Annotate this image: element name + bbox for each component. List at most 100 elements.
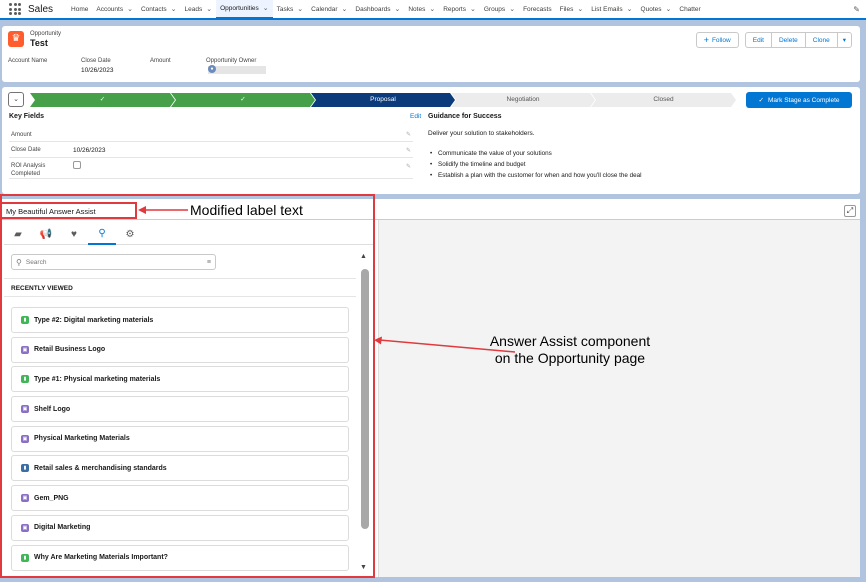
nav-item-label: Tasks xyxy=(276,5,294,13)
chevron-down-icon[interactable]: ⌄ xyxy=(394,5,400,13)
follow-label: Follow xyxy=(711,36,731,44)
nav-item-label: Notes xyxy=(408,5,426,13)
record-header: ♛ Opportunity Test + Follow Edit Delete C… xyxy=(2,26,860,82)
nav-item[interactable]: Files ⌄ xyxy=(556,0,588,19)
chevron-down-icon[interactable]: ⌄ xyxy=(206,5,212,13)
chevron-down-icon[interactable]: ⌄ xyxy=(127,5,133,13)
nav-items: Home Accounts ⌄ Contacts ⌄ Leads ⌄ Opportunitie… xyxy=(67,0,705,19)
mark-stage-complete-button[interactable]: ✓ Mark Stage as Complete xyxy=(746,92,852,108)
guidance-title: Guidance for Success xyxy=(428,113,502,120)
key-field-row: Amount ✎ xyxy=(9,127,413,142)
chevron-down-icon[interactable]: ⌄ xyxy=(627,5,633,13)
nav-item-label: Calendar xyxy=(311,5,338,13)
edit-pencil-icon[interactable]: ✎ xyxy=(406,147,411,154)
path-stage[interactable]: Negotiation xyxy=(451,93,595,107)
key-fields-title: Key Fields xyxy=(9,113,45,120)
path-stage[interactable]: ✓ xyxy=(30,93,175,107)
chevron-down-icon[interactable]: ⌄ xyxy=(509,5,515,13)
empty-region xyxy=(378,220,860,577)
nav-item-label: Leads xyxy=(184,5,203,13)
nav-item[interactable]: Home xyxy=(67,0,92,19)
nav-item-label: Opportunities xyxy=(220,4,259,12)
key-fields-edit-link[interactable]: Edit xyxy=(410,113,421,120)
chevron-down-icon[interactable]: ⌄ xyxy=(470,5,476,13)
chevron-down-icon[interactable]: ⌄ xyxy=(342,5,348,13)
path-stage[interactable]: ✓ xyxy=(171,93,315,107)
nav-item-label: Home xyxy=(71,5,89,13)
object-label: Opportunity xyxy=(30,31,62,37)
top-nav: Sales Home Accounts ⌄ Contacts ⌄ Leads ⌄ Opport… xyxy=(0,0,866,20)
nav-item[interactable]: Tasks ⌄ xyxy=(273,0,308,19)
key-field-row: ROI Analysis Completed ✎ xyxy=(9,159,413,179)
nav-item-label: Contacts xyxy=(140,5,167,13)
key-field-row: Close Date 10/26/2023 ✎ xyxy=(9,143,413,158)
nav-item[interactable]: Dashboards ⌄ xyxy=(351,0,404,19)
guidance-description: Deliver your solution to stakeholders. xyxy=(428,130,535,137)
nav-item-label: Forecasts xyxy=(523,5,552,13)
edit-pencil-icon[interactable]: ✎ xyxy=(406,163,411,170)
chevron-down-icon[interactable]: ⌄ xyxy=(429,5,435,13)
nav-item[interactable]: Calendar ⌄ xyxy=(307,0,351,19)
amount-label: Amount xyxy=(150,58,171,64)
key-field-label: Close Date xyxy=(11,147,41,153)
guidance-item: Establish a plan with the customer for w… xyxy=(428,172,642,183)
component-highlight-box xyxy=(0,194,375,578)
nav-item-label: Dashboards xyxy=(355,5,391,13)
nav-item[interactable]: Chatter xyxy=(675,0,704,19)
nav-item[interactable]: Groups ⌄ xyxy=(480,0,519,19)
nav-item[interactable]: Opportunities ⌄ xyxy=(216,0,273,19)
nav-item[interactable]: Notes ⌄ xyxy=(404,0,439,19)
app-name: Sales xyxy=(28,3,54,15)
follow-button[interactable]: + Follow xyxy=(695,32,739,48)
app-launcher-icon[interactable] xyxy=(6,0,24,18)
path-stage[interactable]: Closed xyxy=(591,93,736,107)
more-actions-chevron-icon[interactable]: ▾ xyxy=(837,32,852,48)
nav-item[interactable]: Quotes ⌄ xyxy=(637,0,676,19)
nav-item-label: Groups xyxy=(483,5,506,13)
nav-item[interactable]: Leads ⌄ xyxy=(181,0,217,19)
nav-item-label: List Emails xyxy=(591,5,623,13)
expand-icon[interactable]: ⤢ xyxy=(844,205,856,217)
key-field-label: Amount xyxy=(11,132,32,138)
plus-icon: + xyxy=(703,35,709,45)
key-field-value: 10/26/2023 xyxy=(73,147,106,154)
edit-nav-pencil-icon[interactable]: ✎ xyxy=(853,5,860,14)
chevron-down-icon[interactable]: ⌄ xyxy=(171,5,177,13)
nav-item[interactable]: Forecasts xyxy=(519,0,556,19)
nav-item[interactable]: Contacts ⌄ xyxy=(137,0,181,19)
nav-item[interactable]: Reports ⌄ xyxy=(439,0,480,19)
owner-avatar: ● xyxy=(208,65,216,73)
nav-item[interactable]: List Emails ⌄ xyxy=(587,0,636,19)
owner-label: Opportunity Owner xyxy=(206,58,257,64)
guidance-item: Communicate the value of your solutions xyxy=(428,150,642,161)
edit-pencil-icon[interactable]: ✎ xyxy=(406,131,411,138)
chevron-down-icon[interactable]: ⌄ xyxy=(666,5,672,13)
clone-button[interactable]: Clone xyxy=(805,32,838,48)
record-name: Test xyxy=(30,38,48,48)
annotation-label-note: Modified label text xyxy=(190,202,303,218)
guidance-list: Communicate the value of your solutions … xyxy=(428,150,642,183)
nav-item[interactable]: Accounts ⌄ xyxy=(92,0,137,19)
record-actions: + Follow Edit Delete Clone ▾ xyxy=(695,32,852,48)
nav-item-label: Quotes xyxy=(640,5,662,13)
annotation-component-note: Answer Assist component on the Opportuni… xyxy=(489,333,651,366)
key-field-label: ROI Analysis Completed xyxy=(11,163,46,177)
account-name-label: Account Name xyxy=(8,58,48,64)
owner-name-redacted[interactable] xyxy=(208,66,266,74)
edit-button[interactable]: Edit xyxy=(744,32,772,48)
path-stage[interactable]: Proposal xyxy=(311,93,455,107)
path-panel: ⌄ ✓ ✓ Proposal Negotiation Closed ✓ Mark … xyxy=(2,87,860,194)
chevron-down-icon[interactable]: ⌄ xyxy=(577,5,583,13)
check-icon: ✓ xyxy=(758,97,764,104)
chevron-down-icon[interactable]: ⌄ xyxy=(263,4,269,12)
nav-item-label: Chatter xyxy=(679,5,701,13)
close-date-value: 10/26/2023 xyxy=(81,67,114,74)
opportunity-crown-icon: ♛ xyxy=(8,31,24,47)
guidance-item: Solidify the timeline and budget xyxy=(428,161,642,172)
chevron-down-icon[interactable]: ⌄ xyxy=(297,5,303,13)
nav-item-label: Files xyxy=(559,5,574,13)
delete-button[interactable]: Delete xyxy=(771,32,806,48)
close-date-label: Close Date xyxy=(81,58,111,64)
path-toggle-chevron-icon[interactable]: ⌄ xyxy=(8,92,24,107)
roi-checkbox[interactable] xyxy=(73,161,81,169)
